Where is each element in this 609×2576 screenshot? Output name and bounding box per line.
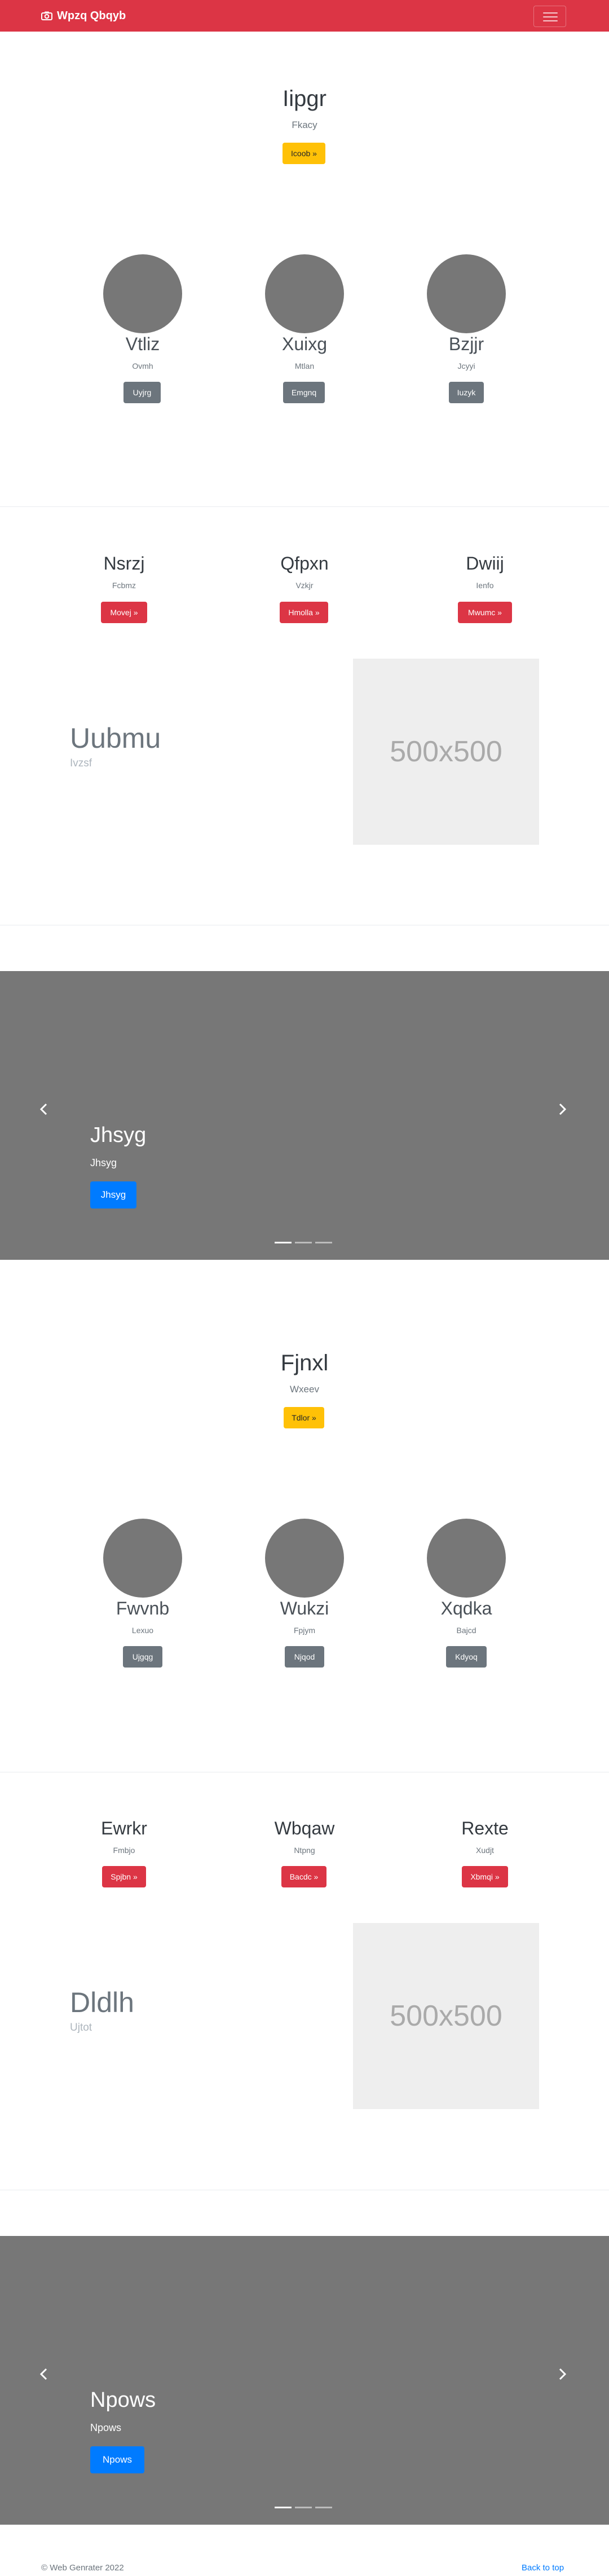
avatar bbox=[427, 254, 506, 333]
carousel-indicator[interactable] bbox=[295, 2507, 312, 2508]
team-member-role: Mtlan bbox=[294, 361, 315, 370]
feature-title: Rexte bbox=[461, 1818, 509, 1838]
carousel-caption-title: Jhsyg bbox=[90, 1123, 147, 1147]
feature-button[interactable]: Bacdc » bbox=[281, 1866, 326, 1887]
feature-text: Xudjt bbox=[476, 1846, 494, 1855]
team-member-button[interactable]: Uyjrg bbox=[123, 382, 161, 403]
footer-copyright: © Web Genrater 2022 bbox=[41, 2563, 124, 2573]
feature-title: Nsrzj bbox=[103, 553, 145, 574]
feature-button[interactable]: Spjbn » bbox=[102, 1866, 146, 1887]
feature-text: Ntpng bbox=[294, 1846, 315, 1855]
team-member-button[interactable]: Iuzyk bbox=[449, 382, 484, 403]
carousel-button[interactable]: Jhsyg bbox=[90, 1181, 136, 1208]
back-to-top-link[interactable]: Back to top bbox=[522, 2563, 564, 2573]
team-member-button[interactable]: Emgnq bbox=[283, 382, 325, 403]
team-member-button[interactable]: Njqod bbox=[285, 1646, 324, 1668]
avatar bbox=[103, 1519, 182, 1598]
carousel-indicator[interactable] bbox=[275, 2507, 292, 2508]
avatar bbox=[427, 1519, 506, 1598]
brand-label: Wpzq Qbqyb bbox=[57, 10, 126, 22]
feature-text: Ienfo bbox=[476, 581, 494, 590]
carousel-indicator[interactable] bbox=[315, 1242, 332, 1243]
team-member-name: Xuixg bbox=[281, 334, 328, 354]
chevron-left-icon[interactable] bbox=[38, 1102, 50, 1116]
carousel: Jhsyg Jhsyg Jhsyg bbox=[0, 971, 609, 1260]
image-placeholder: 500x500 bbox=[353, 1923, 539, 2109]
image-placeholder: 500x500 bbox=[353, 659, 539, 845]
feature-button[interactable]: Xbmqi » bbox=[462, 1866, 508, 1887]
divider bbox=[0, 506, 609, 507]
team-member-name: Fwvnb bbox=[116, 1598, 170, 1618]
hero-title: Iipgr bbox=[283, 86, 326, 111]
feature-title: Wbqaw bbox=[274, 1818, 335, 1838]
feature-text: Vzkjr bbox=[295, 581, 314, 590]
team-member-name: Bzjjr bbox=[448, 334, 484, 354]
team-member-name: Xqdka bbox=[440, 1598, 492, 1618]
feature-title: Dwiij bbox=[466, 553, 504, 574]
feature-title: Qfpxn bbox=[280, 553, 329, 574]
carousel-caption-title: Npows bbox=[90, 2388, 156, 2412]
carousel-indicator[interactable] bbox=[315, 2507, 332, 2508]
team-member-name: Vtliz bbox=[125, 334, 160, 354]
feature-button[interactable]: Mwumc » bbox=[458, 602, 512, 623]
hero-button[interactable]: Tdlor » bbox=[284, 1407, 324, 1428]
split-title: Dldlh bbox=[70, 1987, 134, 2018]
team-member-name: Wukzi bbox=[280, 1598, 329, 1618]
team-member-role: Jcyyi bbox=[457, 361, 475, 370]
feature-text: Fcbmz bbox=[112, 581, 136, 590]
carousel-indicators bbox=[275, 1242, 336, 1243]
camera-icon bbox=[41, 11, 52, 20]
team-member-role: Fpjym bbox=[293, 1626, 316, 1635]
hero-subtitle: Wxeev bbox=[290, 1384, 319, 1395]
carousel-caption-text: Npows bbox=[90, 2422, 122, 2433]
split-subtitle: Ujtot bbox=[70, 2022, 92, 2034]
feature-title: Ewrkr bbox=[101, 1818, 147, 1838]
carousel: Npows Npows Npows bbox=[0, 2236, 609, 2525]
navbar-toggler[interactable] bbox=[533, 6, 566, 27]
hero-button[interactable]: Icoob » bbox=[283, 143, 325, 164]
avatar bbox=[103, 254, 182, 333]
team-member-role: Lexuo bbox=[131, 1626, 154, 1635]
navbar-brand[interactable]: Wpzq Qbqyb bbox=[41, 10, 126, 22]
chevron-right-icon[interactable] bbox=[557, 2367, 568, 2381]
hamburger-icon bbox=[543, 12, 558, 21]
feature-text: Fmbjo bbox=[113, 1846, 135, 1855]
split-subtitle: Ivzsf bbox=[70, 757, 92, 769]
hero-subtitle: Fkacy bbox=[292, 120, 317, 130]
avatar bbox=[265, 1519, 344, 1598]
team-member-role: Bajcd bbox=[456, 1626, 476, 1635]
carousel-indicators bbox=[275, 2507, 336, 2508]
avatar bbox=[265, 254, 344, 333]
chevron-left-icon[interactable] bbox=[38, 2367, 50, 2381]
team-member-button[interactable]: Ujgqg bbox=[123, 1646, 162, 1668]
split-title: Uubmu bbox=[70, 722, 161, 754]
hero-title: Fjnxl bbox=[280, 1351, 329, 1375]
feature-button[interactable]: Hmolla » bbox=[280, 602, 328, 623]
chevron-right-icon[interactable] bbox=[557, 1102, 568, 1116]
team-member-button[interactable]: Kdyoq bbox=[446, 1646, 487, 1668]
carousel-indicator[interactable] bbox=[275, 1242, 292, 1243]
team-member-role: Ovmh bbox=[132, 361, 153, 370]
carousel-button[interactable]: Npows bbox=[90, 2446, 144, 2473]
feature-button[interactable]: Movej » bbox=[101, 602, 147, 623]
carousel-indicator[interactable] bbox=[295, 1242, 312, 1243]
navbar: Wpzq Qbqyb bbox=[0, 0, 609, 32]
carousel-caption-text: Jhsyg bbox=[90, 1157, 117, 1168]
